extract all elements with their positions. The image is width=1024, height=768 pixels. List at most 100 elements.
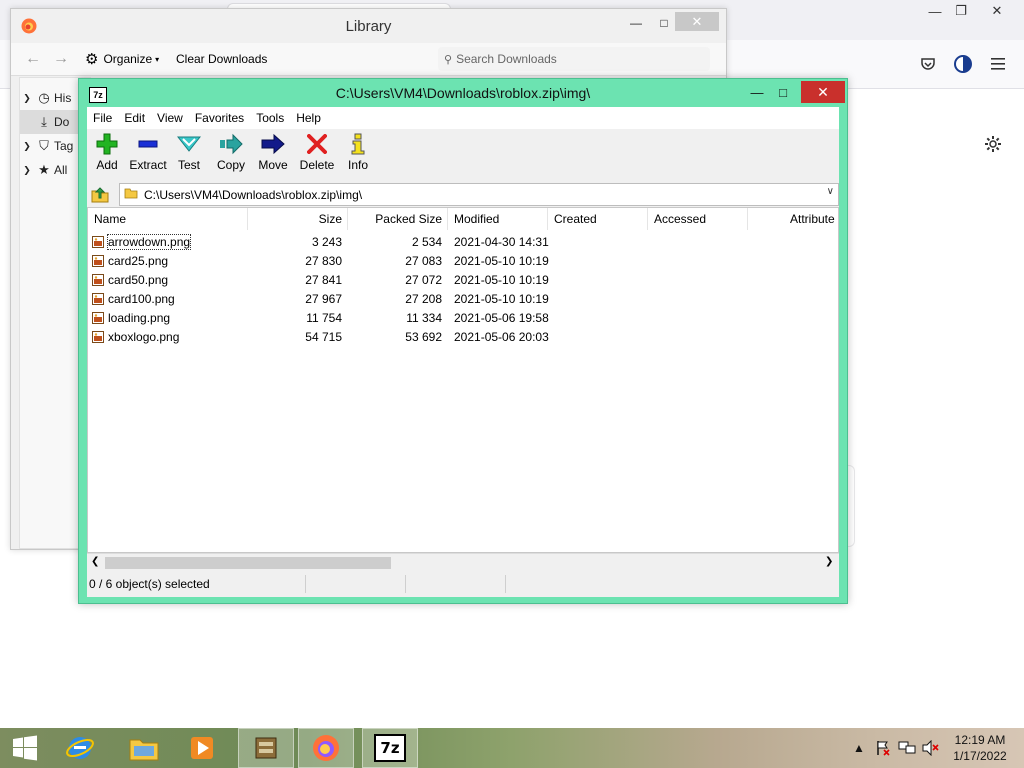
close-icon[interactable]: ✕	[801, 81, 845, 103]
folder-up-icon[interactable]	[91, 185, 109, 203]
extension-icon[interactable]	[951, 52, 975, 76]
copy-button[interactable]: Copy	[213, 131, 249, 179]
file-packed-size: 27 072	[405, 272, 442, 287]
file-modified: 2021-04-30 14:31	[454, 234, 549, 249]
delete-button[interactable]: Delete	[297, 131, 337, 179]
sidebar-item-label: All	[54, 163, 68, 177]
table-row[interactable]: card50.png 27 841 27 072 2021-05-10 10:1…	[88, 270, 838, 289]
file-modified: 2021-05-10 10:19	[454, 272, 549, 287]
minimize-icon[interactable]: —	[745, 81, 769, 103]
maximize-icon[interactable]: □	[771, 81, 795, 103]
scrollbar-thumb[interactable]	[105, 557, 391, 569]
column-attributes[interactable]: Attribute	[790, 208, 838, 230]
download-icon: ⤓	[41, 114, 47, 129]
forward-icon[interactable]: →	[53, 50, 69, 68]
chevron-down-icon[interactable]: ∨	[827, 186, 834, 197]
table-row[interactable]: xboxlogo.png 54 715 53 692 2021-05-06 20…	[88, 327, 838, 346]
file-list: Name Size Packed Size Modified Created A…	[87, 207, 839, 553]
add-button[interactable]: Add	[91, 131, 123, 179]
file-packed-size: 27 208	[405, 291, 442, 306]
file-modified: 2021-05-06 19:58	[454, 310, 549, 325]
search-input[interactable]: ⚲ Search Downloads	[438, 47, 710, 71]
column-accessed[interactable]: Accessed	[654, 208, 744, 230]
media-player-icon	[191, 737, 213, 759]
test-label: Test	[177, 158, 200, 172]
column-packed-size[interactable]: Packed Size	[348, 208, 442, 230]
clear-downloads-button[interactable]: Clear Downloads	[176, 52, 267, 66]
network-icon[interactable]	[898, 739, 916, 757]
horizontal-scrollbar[interactable]: ❮ ❯	[87, 553, 839, 572]
file-size: 27 841	[305, 272, 342, 287]
clock-time: 12:19 AM	[954, 733, 1006, 747]
show-hidden-icons-icon[interactable]: ▲	[850, 739, 868, 757]
library-close-icon[interactable]: ✕	[675, 12, 719, 31]
info-icon	[351, 131, 365, 157]
volume-muted-icon[interactable]	[922, 739, 940, 757]
close-icon[interactable]: ✕	[980, 0, 1014, 22]
menu-favorites[interactable]: Favorites	[189, 111, 250, 125]
column-name[interactable]: Name	[94, 208, 244, 230]
file-packed-size: 53 692	[405, 329, 442, 344]
table-row[interactable]: card100.png 27 967 27 208 2021-05-10 10:…	[88, 289, 838, 308]
file-modified: 2021-05-06 20:03	[454, 329, 549, 344]
file-packed-size: 11 334	[406, 310, 442, 325]
gear-icon[interactable]	[981, 132, 1005, 156]
move-button[interactable]: Move	[255, 131, 291, 179]
file-size: 27 830	[305, 253, 342, 268]
file-name: xboxlogo.png	[108, 329, 180, 344]
tag-icon: ⛉	[39, 138, 49, 153]
column-size[interactable]: Size	[248, 208, 342, 230]
taskbar-7zip[interactable]: 7z	[362, 728, 418, 768]
column-created[interactable]: Created	[554, 208, 644, 230]
taskbar: 7z ▲ 12:19 AM 1/17/2022	[0, 728, 1024, 768]
taskbar-internet-explorer[interactable]	[52, 728, 108, 768]
file-size: 3 243	[311, 234, 342, 249]
table-row[interactable]: loading.png 11 754 11 334 2021-05-06 19:…	[88, 308, 838, 327]
image-file-icon	[92, 292, 104, 305]
library-minimize-icon[interactable]: —	[623, 13, 649, 33]
test-button[interactable]: Test	[173, 131, 205, 179]
pocket-icon[interactable]	[916, 52, 940, 76]
menu-edit[interactable]: Edit	[118, 111, 151, 125]
extract-label: Extract	[129, 158, 167, 172]
address-combobox[interactable]: C:\Users\VM4\Downloads\roblox.zip\img\ ∨	[119, 183, 839, 206]
menu-bar: File Edit View Favorites Tools Help	[87, 107, 839, 129]
menu-file[interactable]: File	[87, 111, 118, 125]
taskbar-file-explorer[interactable]	[116, 728, 172, 768]
table-row[interactable]: arrowdown.png 3 243 2 534 2021-04-30 14:…	[88, 232, 838, 251]
taskbar-firefox[interactable]	[298, 728, 354, 768]
taskbar-media-player[interactable]	[174, 728, 230, 768]
menu-icon[interactable]	[987, 52, 1011, 76]
extract-button[interactable]: Extract	[127, 131, 169, 179]
restore-icon[interactable]: ❐	[944, 0, 978, 22]
clock[interactable]: 12:19 AM 1/17/2022	[944, 732, 1016, 766]
menu-tools[interactable]: Tools	[250, 111, 290, 125]
move-arrow-icon	[261, 131, 285, 157]
sidebar-item-label: Tag	[54, 139, 74, 153]
file-name: card100.png	[108, 291, 175, 306]
checkmark-icon	[177, 131, 201, 157]
back-icon[interactable]: ←	[25, 50, 41, 68]
status-bar: 0 / 6 object(s) selected	[87, 573, 839, 595]
organize-button[interactable]: ⚙ Organize ▾	[85, 50, 159, 68]
library-maximize-icon[interactable]: □	[651, 13, 677, 33]
file-name: loading.png	[108, 310, 171, 325]
list-header: Name Size Packed Size Modified Created A…	[88, 208, 838, 230]
scroll-left-icon[interactable]: ❮	[91, 556, 99, 567]
image-file-icon	[92, 330, 104, 343]
column-modified[interactable]: Modified	[454, 208, 544, 230]
start-button[interactable]	[0, 728, 50, 768]
table-row[interactable]: card25.png 27 830 27 083 2021-05-10 10:1…	[88, 251, 838, 270]
action-center-icon[interactable]	[874, 739, 892, 757]
clock-date: 1/17/2022	[953, 749, 1007, 763]
status-selection: 0 / 6 object(s) selected	[89, 577, 210, 591]
scroll-right-icon[interactable]: ❯	[825, 556, 833, 567]
file-name: card50.png	[108, 272, 169, 287]
image-file-icon	[92, 273, 104, 286]
delete-x-icon	[307, 131, 327, 157]
info-button[interactable]: Info	[343, 131, 373, 179]
taskbar-archive-app[interactable]	[238, 728, 294, 768]
menu-view[interactable]: View	[151, 111, 189, 125]
menu-help[interactable]: Help	[290, 111, 327, 125]
library-title: Library	[345, 17, 392, 35]
